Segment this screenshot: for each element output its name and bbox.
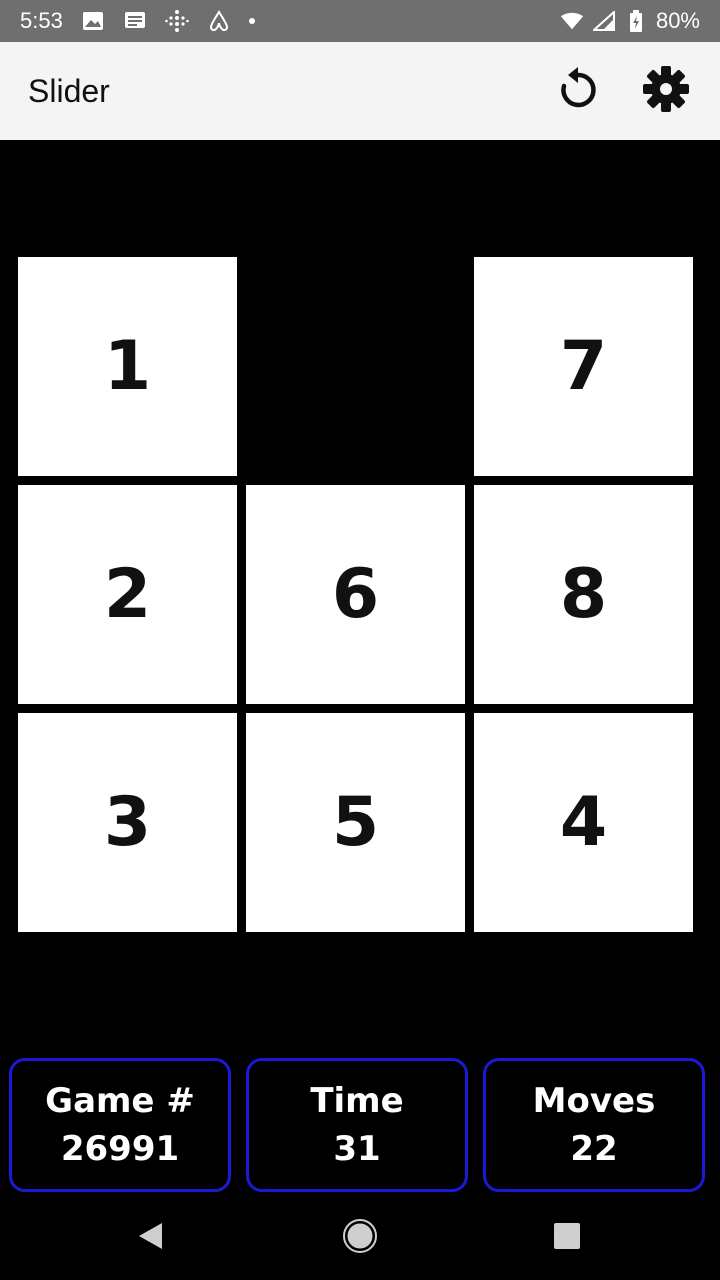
moves-panel: Moves 22: [483, 1058, 705, 1192]
status-bar: 5:53 80%: [0, 0, 720, 42]
moves-label: Moves: [532, 1081, 656, 1121]
tile-1[interactable]: 1: [18, 257, 237, 476]
gear-icon: [642, 65, 690, 117]
wifi-icon: [560, 9, 584, 33]
recents-icon: [553, 1222, 581, 1254]
game-number-value: 26991: [60, 1129, 180, 1169]
game-number-label: Game #: [45, 1081, 195, 1121]
restart-button[interactable]: [552, 65, 604, 117]
recents-button[interactable]: [547, 1218, 587, 1258]
tile-4[interactable]: 4: [474, 713, 693, 932]
tile-label: 2: [103, 555, 152, 634]
airbnb-icon: [207, 9, 231, 33]
moves-value: 22: [570, 1129, 618, 1169]
time-label: Time: [310, 1081, 404, 1121]
puzzle-board: 1 7 2 6 8 3 5 4: [0, 140, 720, 1050]
app-title: Slider: [28, 72, 110, 109]
tile-8[interactable]: 8: [474, 485, 693, 704]
image-icon: [81, 9, 105, 33]
status-time: 5:53: [20, 8, 63, 33]
tile-label: 7: [559, 327, 608, 406]
tile-5[interactable]: 5: [246, 713, 465, 932]
tile-label: 6: [331, 555, 380, 634]
back-button[interactable]: [130, 1218, 170, 1258]
restart-icon: [557, 66, 599, 116]
fitbit-icon: [165, 9, 189, 33]
tile-label: 3: [103, 783, 152, 862]
tile-7[interactable]: 7: [474, 257, 693, 476]
app-bar: Slider: [0, 42, 720, 140]
home-icon: [343, 1219, 377, 1257]
battery-icon: [624, 9, 648, 33]
back-icon: [136, 1221, 164, 1255]
tile-6[interactable]: 6: [246, 485, 465, 704]
time-panel: Time 31: [246, 1058, 468, 1192]
navigation-bar: [0, 1196, 720, 1280]
notification-dot: [248, 18, 255, 24]
tile-3[interactable]: 3: [18, 713, 237, 932]
message-icon: [123, 9, 147, 33]
settings-button[interactable]: [640, 65, 692, 117]
home-button[interactable]: [340, 1218, 380, 1258]
tile-label: 5: [331, 783, 380, 862]
signal-icon: [592, 9, 616, 33]
battery-percent: 80%: [655, 8, 700, 33]
tile-label: 8: [559, 555, 608, 634]
tile-label: 4: [559, 783, 608, 862]
time-value: 31: [333, 1129, 381, 1169]
tile-label: 1: [103, 327, 152, 406]
tile-2[interactable]: 2: [18, 485, 237, 704]
game-number-panel: Game # 26991: [9, 1058, 231, 1192]
